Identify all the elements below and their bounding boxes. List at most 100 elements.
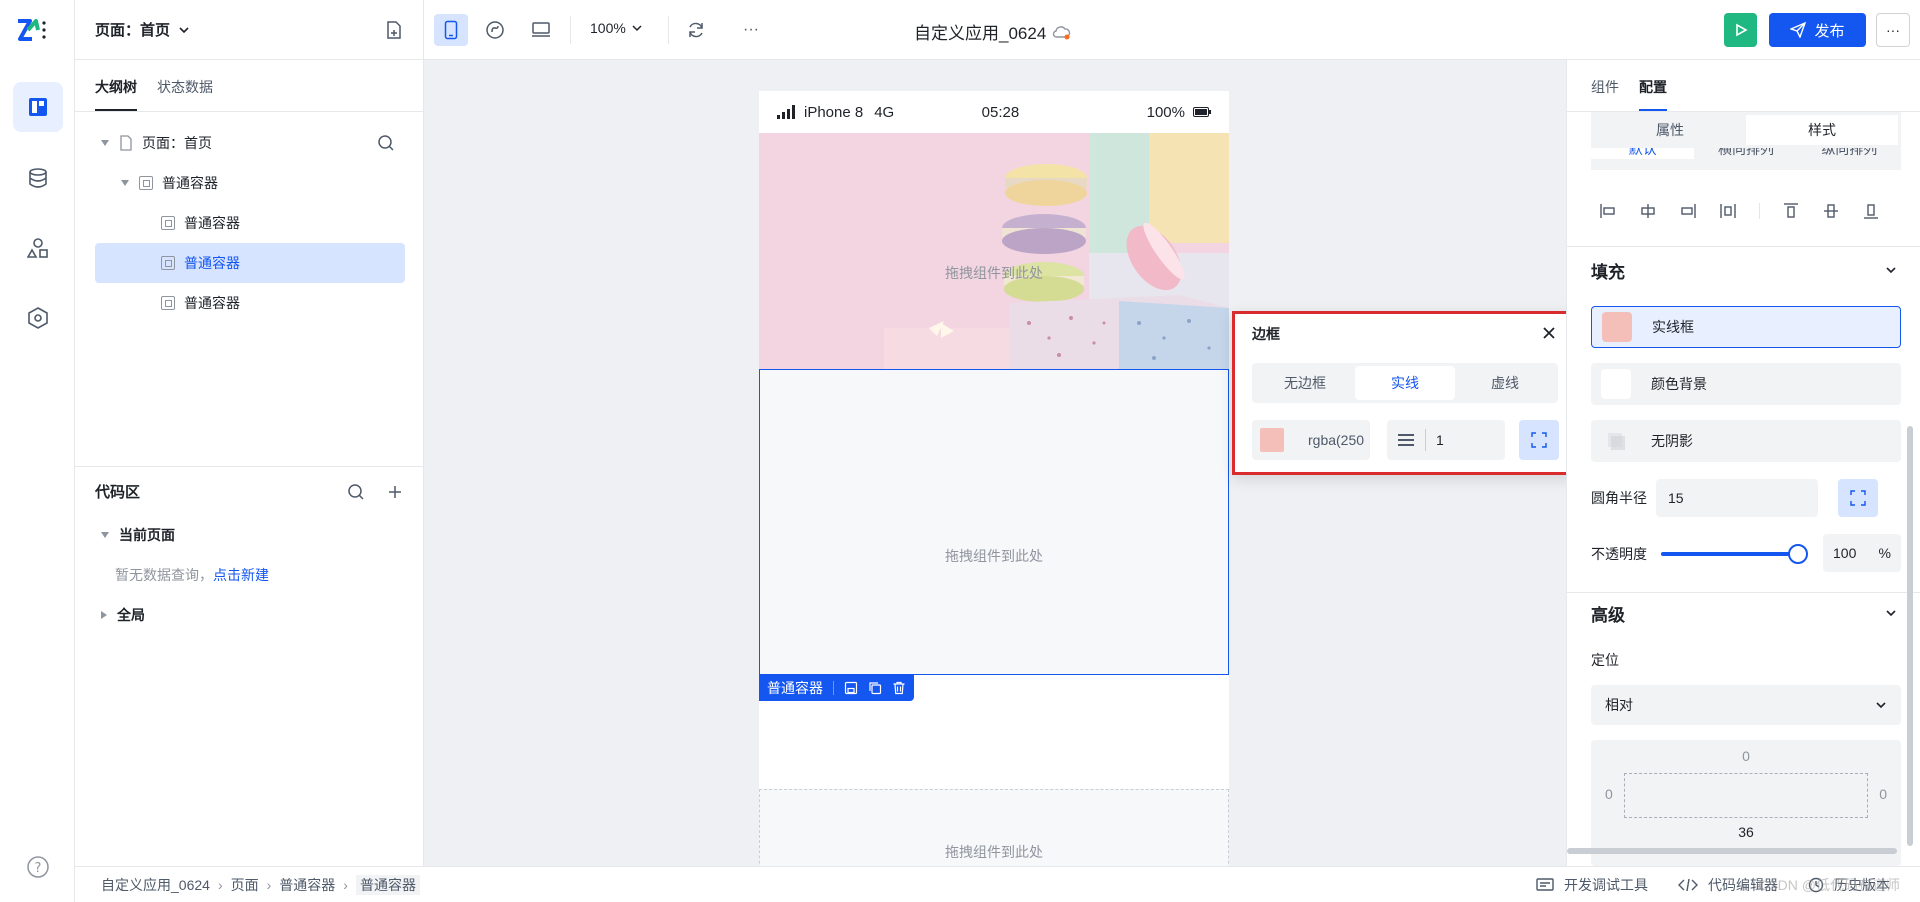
- layout-tab-default[interactable]: 默认: [1591, 148, 1695, 159]
- align-middle-icon[interactable]: [1822, 202, 1840, 220]
- right-panel-scrollbar[interactable]: [1907, 426, 1913, 846]
- caret-right-icon[interactable]: [101, 611, 107, 619]
- delete-icon[interactable]: [892, 681, 906, 695]
- tree-item-page[interactable]: 页面：首页: [95, 123, 405, 163]
- align-right-icon[interactable]: [1679, 202, 1697, 220]
- code-editor-button[interactable]: 代码编辑器: [1678, 875, 1778, 895]
- border-color-field[interactable]: rgba(250: [1252, 420, 1370, 460]
- tree-item-label: 普通容器: [184, 215, 240, 231]
- database-icon[interactable]: [13, 153, 63, 203]
- breadcrumb-item[interactable]: 普通容器: [279, 875, 335, 895]
- subtab-style[interactable]: 样式: [1746, 115, 1898, 145]
- opacity-slider-track[interactable]: [1661, 544, 1808, 564]
- layout-tab-horizontal[interactable]: 横向排列: [1694, 148, 1797, 159]
- search-icon[interactable]: [347, 483, 365, 501]
- page-selector[interactable]: 页面：首页: [95, 19, 190, 40]
- tree-item-container[interactable]: 普通容器: [95, 203, 405, 243]
- create-query-link[interactable]: 点击新建: [213, 567, 269, 583]
- outline-panel-icon[interactable]: [13, 82, 63, 132]
- tab-outline[interactable]: 大纲树: [95, 77, 137, 111]
- radius-per-corner-toggle[interactable]: [1838, 479, 1878, 517]
- box-right-value[interactable]: 0: [1879, 786, 1887, 802]
- save-icon[interactable]: [844, 681, 858, 695]
- zoom-select[interactable]: 100%: [590, 20, 642, 36]
- copy-icon[interactable]: [868, 681, 882, 695]
- components-icon[interactable]: [13, 223, 63, 273]
- desktop-view-icon[interactable]: [524, 14, 558, 46]
- breadcrumb-separator: ›: [217, 876, 223, 893]
- dev-tools-button[interactable]: 开发调试工具: [1536, 875, 1648, 895]
- more-actions-button[interactable]: ···: [1876, 13, 1910, 47]
- code-global[interactable]: 全局: [95, 595, 405, 635]
- tab-config[interactable]: 配置: [1639, 77, 1667, 111]
- box-left-value[interactable]: 0: [1605, 786, 1613, 802]
- tab-state-data[interactable]: 状态数据: [157, 77, 213, 111]
- right-panel-h-scrollbar[interactable]: [1567, 848, 1897, 854]
- opacity-slider-handle[interactable]: [1788, 544, 1808, 564]
- chevron-down-icon[interactable]: [1885, 264, 1897, 276]
- fill-option-label: 实线框: [1652, 319, 1694, 335]
- box-top-value[interactable]: 0: [1591, 748, 1901, 764]
- history-button[interactable]: 历史版本: [1808, 875, 1890, 895]
- more-icon[interactable]: ···: [734, 14, 768, 46]
- search-icon[interactable]: [377, 134, 395, 152]
- container-selected[interactable]: 拖拽组件到此处: [759, 369, 1229, 675]
- layout-tab-vertical[interactable]: 纵向排列: [1798, 148, 1901, 159]
- chevron-down-icon: [632, 25, 642, 32]
- border-width-field[interactable]: 1: [1387, 420, 1505, 460]
- add-icon[interactable]: [387, 484, 403, 500]
- chevron-down-icon: [179, 26, 189, 33]
- tree-item-container[interactable]: 普通容器: [95, 163, 405, 203]
- breadcrumb-item-current[interactable]: 普通容器: [355, 874, 420, 895]
- caret-down-icon[interactable]: [101, 532, 109, 538]
- code-current-page[interactable]: 当前页面: [95, 515, 405, 555]
- align-bottom-icon[interactable]: [1862, 202, 1880, 220]
- fill-option-solid-border[interactable]: 实线框: [1591, 306, 1901, 348]
- run-button[interactable]: [1724, 13, 1757, 47]
- mobile-view-icon[interactable]: [434, 14, 468, 46]
- chevron-down-icon: [1876, 702, 1886, 709]
- publish-button[interactable]: 发布: [1769, 13, 1866, 47]
- box-bottom-value[interactable]: 36: [1591, 824, 1901, 840]
- subtab-attributes[interactable]: 属性: [1594, 115, 1746, 145]
- miniapp-view-icon[interactable]: [478, 14, 512, 46]
- border-style-solid[interactable]: 实线: [1355, 366, 1455, 400]
- help-icon[interactable]: ?: [13, 842, 63, 892]
- distribute-h-icon[interactable]: [1719, 202, 1737, 220]
- align-left-icon[interactable]: [1599, 202, 1617, 220]
- container-icon: [161, 216, 175, 230]
- tree-item-container[interactable]: 普通容器: [95, 283, 405, 323]
- container-hero[interactable]: 拖拽组件到此处: [759, 133, 1229, 369]
- align-top-icon[interactable]: [1782, 202, 1800, 220]
- border-style-dashed[interactable]: 虚线: [1455, 366, 1555, 400]
- tree-item-container-selected[interactable]: 普通容器: [95, 243, 405, 283]
- container-bottom[interactable]: 拖拽组件到此处: [759, 789, 1229, 866]
- battery-level: 100%: [1146, 103, 1185, 121]
- breadcrumb-item[interactable]: 页面: [231, 875, 259, 895]
- selected-tag-label: 普通容器: [767, 680, 823, 696]
- position-select[interactable]: 相对: [1591, 685, 1901, 725]
- app-logo[interactable]: [16, 17, 46, 43]
- fill-option-shadow[interactable]: 无阴影: [1591, 420, 1901, 462]
- caret-down-icon[interactable]: [121, 180, 129, 186]
- caret-down-icon[interactable]: [101, 140, 109, 146]
- breadcrumb-item[interactable]: 自定义应用_0624: [101, 875, 210, 895]
- tab-components[interactable]: 组件: [1591, 77, 1619, 111]
- border-style-none[interactable]: 无边框: [1255, 366, 1355, 400]
- radius-input[interactable]: 15: [1656, 479, 1818, 517]
- current-page-label: 当前页面: [119, 527, 175, 543]
- tree-item-label: 普通容器: [184, 295, 240, 311]
- align-center-h-icon[interactable]: [1639, 202, 1657, 220]
- fill-option-color-bg[interactable]: 颜色背景: [1591, 363, 1901, 405]
- settings-hex-icon[interactable]: [13, 293, 63, 343]
- add-page-icon[interactable]: [385, 20, 403, 40]
- border-per-side-toggle[interactable]: [1519, 420, 1559, 460]
- battery-icon: [1193, 107, 1211, 117]
- close-icon[interactable]: [1543, 327, 1555, 339]
- opacity-input[interactable]: 100 %: [1823, 534, 1901, 572]
- icon-rail: ?: [0, 0, 75, 902]
- opacity-label: 不透明度: [1591, 546, 1647, 562]
- chevron-down-icon[interactable]: [1885, 607, 1897, 619]
- border-color-swatch[interactable]: [1260, 428, 1284, 452]
- refresh-icon[interactable]: [679, 14, 713, 46]
